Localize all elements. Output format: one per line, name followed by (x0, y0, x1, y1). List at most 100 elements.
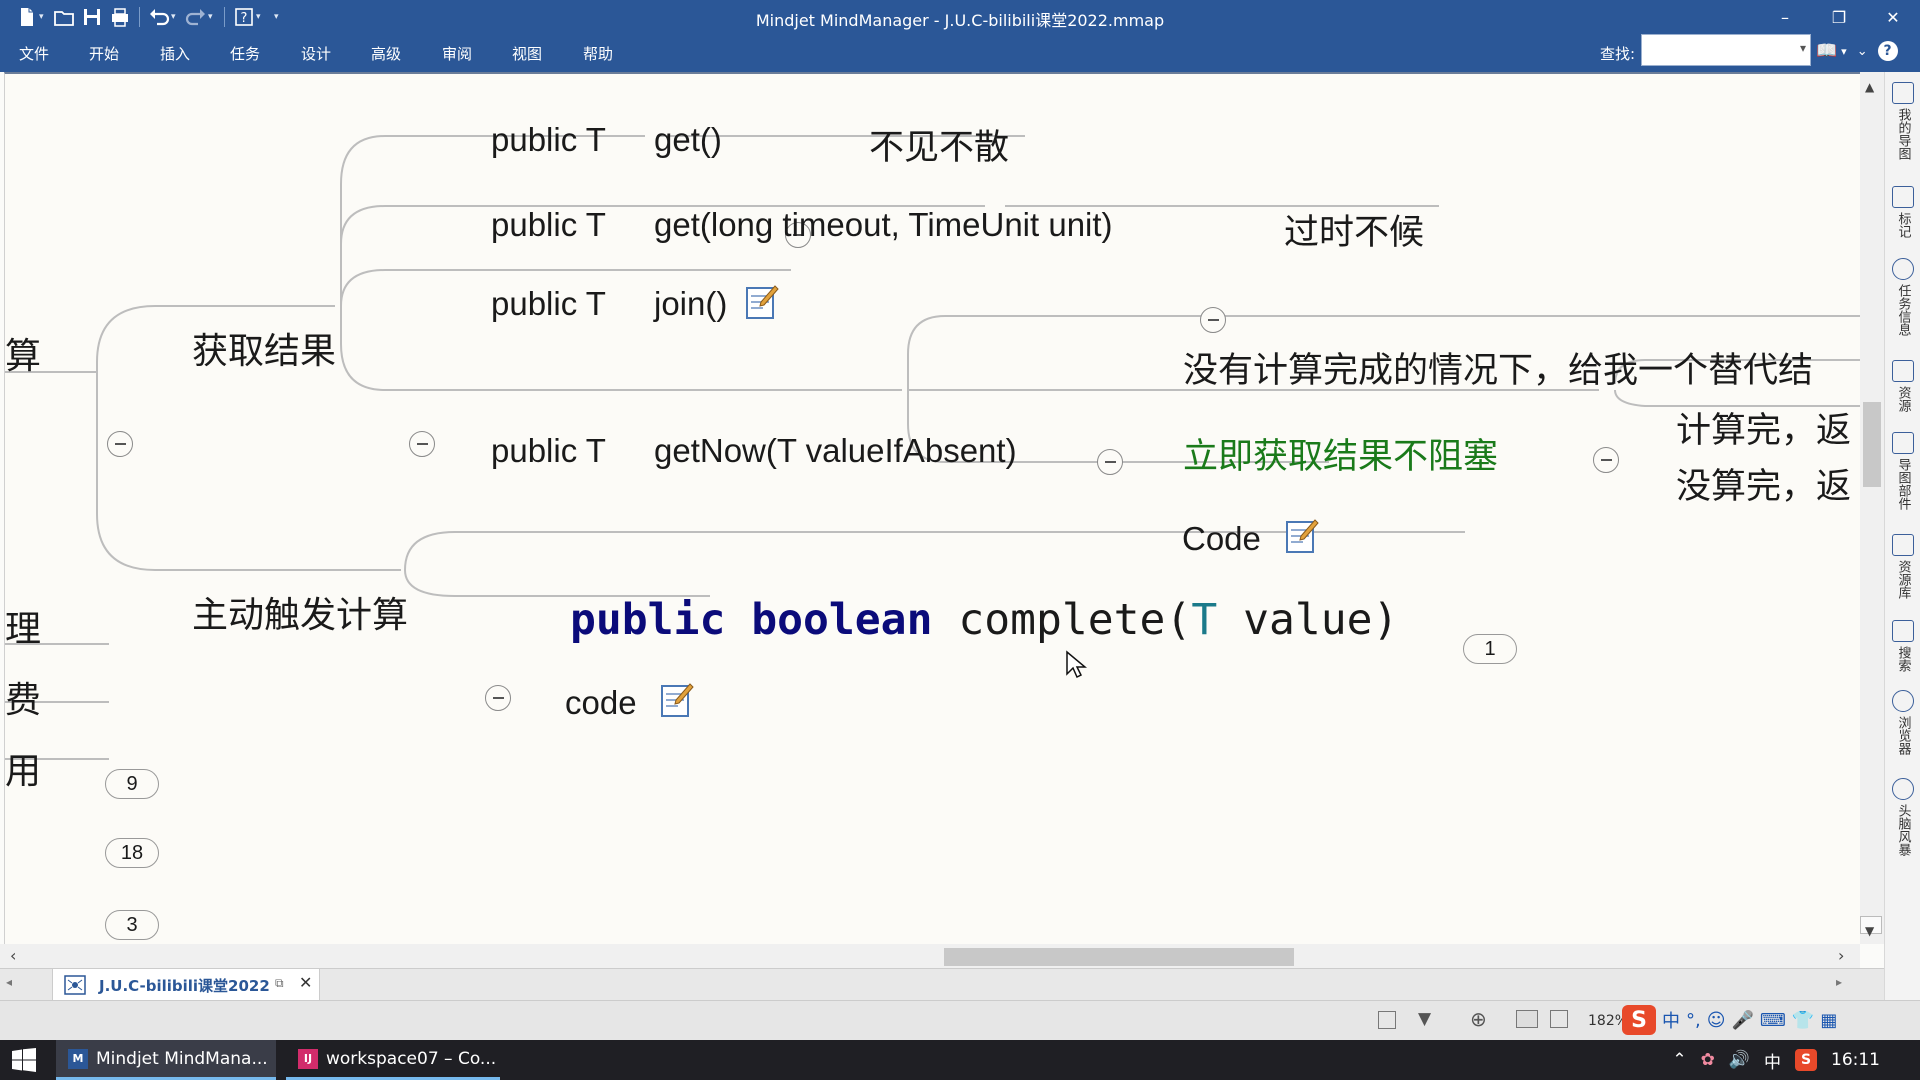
topic-get-method[interactable]: get() (654, 121, 722, 159)
topic-not-computed-return[interactable]: 没算完，返 (1676, 458, 1851, 509)
map-canvas[interactable]: 算 获取结果 public T get() 不见不散 public T get(… (4, 72, 1860, 944)
taskbar-app-intellij[interactable]: IJ workspace07 – Co... (286, 1040, 500, 1080)
scroll-down-icon[interactable]: ▼ (1865, 924, 1874, 938)
topic-fragment[interactable]: 用 (5, 742, 41, 794)
collapse-button[interactable] (409, 431, 435, 457)
scroll-up-icon[interactable]: ▲ (1865, 80, 1874, 94)
ribbon-menu: 文件 开始 插入 任务 设计 高级 审阅 视图 帮助 查找: (0, 34, 1920, 72)
page-icon[interactable] (1378, 1011, 1396, 1029)
help-icon[interactable]: ? (1877, 41, 1898, 61)
menu-view[interactable]: 视图 (512, 43, 542, 64)
book-icon[interactable]: 📖 (1816, 41, 1837, 61)
notes-icon[interactable] (660, 682, 694, 718)
side-tab-brainstorm[interactable]: 头脑风暴 (1889, 778, 1917, 856)
topic-get-timeout-note[interactable]: 过时不候 (1284, 204, 1424, 255)
ime-toolbar: S 中 °, ☺ 🎤 ⌨ 👕 ▦ (1622, 1003, 1837, 1037)
skin-icon[interactable]: 👕 (1792, 1010, 1814, 1031)
keyboard-icon[interactable]: ⌨ (1760, 1010, 1786, 1031)
horizontal-scrollbar[interactable]: ‹ › (0, 944, 1860, 968)
topic-getnow-prefix[interactable]: public T (491, 432, 606, 470)
find-input[interactable] (1641, 34, 1811, 66)
side-tab-search[interactable]: 搜索 (1889, 620, 1917, 672)
collapse-button[interactable] (1097, 449, 1123, 475)
tray-app-icon[interactable]: ✿ (1701, 1050, 1715, 1070)
focus-icon[interactable]: ⊕ (1470, 1007, 1487, 1031)
clock-time[interactable]: 16:11 (1831, 1050, 1880, 1070)
topic-count-badge[interactable]: 3 (105, 910, 159, 940)
close-tab-icon[interactable]: ✕ (299, 973, 312, 992)
collapse-button[interactable] (1593, 447, 1619, 473)
topic-getnow-method[interactable]: getNow(T valueIfAbsent) (654, 432, 1017, 470)
topic-getnow-nonblocking[interactable]: 立即获取结果不阻塞 (1183, 428, 1498, 479)
menu-help[interactable]: 帮助 (583, 43, 613, 64)
map-view-icon[interactable] (1516, 1010, 1538, 1028)
side-tab-resources[interactable]: 资源 (1889, 360, 1917, 412)
topic-fragment[interactable]: 理 (5, 600, 41, 652)
root-topic-fragment[interactable]: 算 (5, 327, 41, 379)
tray-expand-icon[interactable]: ⌃ (1672, 1050, 1686, 1070)
topic-get-timeout-prefix[interactable]: public T (491, 206, 606, 244)
scroll-left-icon[interactable]: ‹ (10, 946, 16, 965)
topic-join-method[interactable]: join() (654, 285, 727, 323)
side-tab-browser[interactable]: 浏览器 (1889, 690, 1917, 755)
topic-get-note[interactable]: 不见不散 (869, 119, 1009, 170)
volume-icon[interactable]: 🔊 (1729, 1050, 1750, 1070)
maximize-button[interactable]: ❐ (1812, 0, 1866, 34)
windows-start-icon[interactable] (10, 1048, 38, 1072)
minimize-button[interactable]: – (1758, 0, 1812, 34)
side-tab-task-info[interactable]: 任务信息 (1889, 258, 1917, 336)
float-tab-icon[interactable]: ⧉ (275, 976, 284, 991)
toolbox-icon[interactable]: ▦ (1820, 1010, 1837, 1031)
tab-scroll-right-icon[interactable]: ▸ (1836, 975, 1842, 989)
collapse-button[interactable] (485, 685, 511, 711)
tray-ime-label[interactable]: 中 (1764, 1048, 1781, 1073)
menu-file[interactable]: 文件 (19, 43, 49, 64)
notes-icon[interactable] (1285, 518, 1319, 554)
topic-join-prefix[interactable]: public T (491, 285, 606, 323)
side-tab-library[interactable]: 资源库 (1889, 534, 1917, 599)
topic-computed-return[interactable]: 计算完，返 (1676, 402, 1851, 453)
menu-design[interactable]: 设计 (301, 43, 331, 64)
document-tab[interactable]: J.U.C-bilibili课堂2022 ⧉ ✕ (52, 969, 320, 1001)
sogou-tray-icon[interactable]: S (1795, 1049, 1817, 1071)
topic-getnow-alt-desc[interactable]: 没有计算完成的情况下，给我一个替代结 (1183, 342, 1813, 393)
ime-mode-label[interactable]: 中 (1662, 1007, 1680, 1033)
sogou-icon[interactable]: S (1622, 1005, 1656, 1035)
topic-count-badge[interactable]: 18 (105, 838, 159, 868)
topic-count-badge[interactable]: 1 (1463, 634, 1517, 664)
notes-icon[interactable] (745, 284, 779, 320)
menu-advanced[interactable]: 高级 (371, 43, 401, 64)
collapse-button[interactable] (107, 431, 133, 457)
topic-get-prefix[interactable]: public T (491, 121, 606, 159)
punctuation-icon[interactable]: °, (1686, 1010, 1701, 1031)
menu-home[interactable]: 开始 (89, 43, 119, 64)
menu-review[interactable]: 审阅 (442, 43, 472, 64)
vertical-scrollbar[interactable]: ▲ ▼ (1860, 72, 1884, 944)
emoji-icon[interactable]: ☺ (1707, 1010, 1726, 1031)
collapse-button[interactable] (1200, 307, 1226, 333)
topic-getnow-code[interactable]: Code (1182, 520, 1261, 558)
close-button[interactable]: ✕ (1866, 0, 1920, 34)
chevron-down-icon[interactable]: ▾ (1841, 45, 1847, 58)
side-tab-markers[interactable]: 标记 (1889, 186, 1917, 238)
menu-task[interactable]: 任务 (230, 43, 260, 64)
side-tab-my-maps[interactable]: 我的导图 (1889, 82, 1917, 160)
outline-view-icon[interactable] (1550, 1010, 1568, 1028)
topic-get-result[interactable]: 获取结果 (192, 322, 336, 374)
horizontal-scroll-thumb[interactable] (944, 948, 1294, 966)
topic-complete-code[interactable]: code (565, 684, 637, 722)
topic-trigger-compute[interactable]: 主动触发计算 (192, 586, 408, 638)
topic-get-timeout-method[interactable]: get(long timeout, TimeUnit unit) (654, 206, 1113, 244)
mic-icon[interactable]: 🎤 (1732, 1010, 1754, 1031)
vertical-scroll-thumb[interactable] (1863, 402, 1881, 487)
taskbar-app-mindmanager[interactable]: M Mindjet MindMana... (56, 1040, 276, 1080)
topic-count-badge[interactable]: 9 (105, 769, 159, 799)
side-tab-map-parts[interactable]: 导图部件 (1889, 432, 1917, 510)
topic-complete-signature[interactable]: public boolean complete(T value) (570, 595, 1398, 645)
tab-scroll-left-icon[interactable]: ◂ (6, 975, 12, 989)
topic-fragment[interactable]: 费 (5, 671, 41, 723)
scroll-right-icon[interactable]: › (1838, 946, 1844, 965)
minimize-ribbon-icon[interactable]: ⌄ (1857, 44, 1868, 59)
menu-insert[interactable]: 插入 (160, 43, 190, 64)
filter-icon[interactable]: ▼ (1418, 1009, 1431, 1029)
